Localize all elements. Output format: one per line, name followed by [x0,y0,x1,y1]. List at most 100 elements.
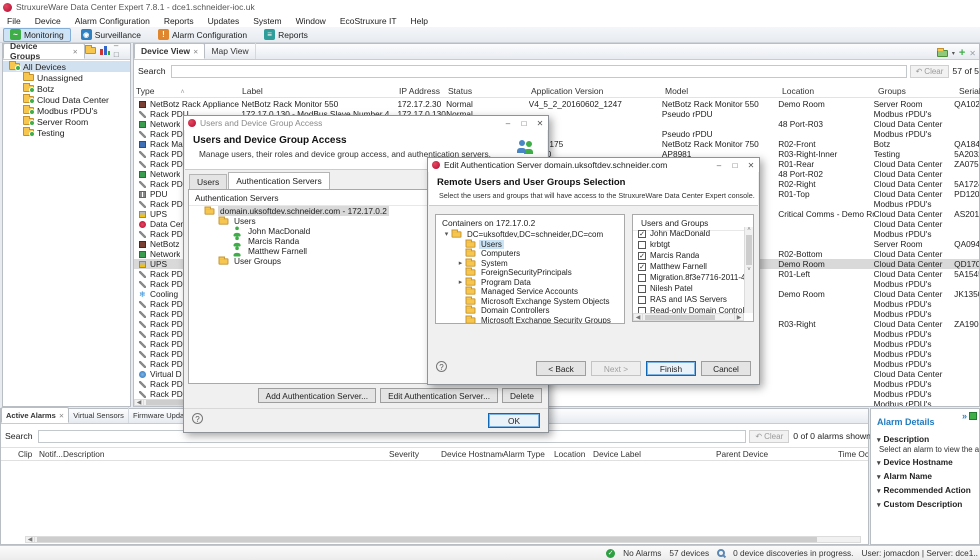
chart-icon[interactable] [100,45,110,55]
tree-item[interactable]: Computers [436,248,624,259]
menu-item[interactable]: Device [28,16,68,26]
menu-item[interactable]: System [246,16,288,26]
user-checkbox-item[interactable]: Nilesh Patel [633,283,744,294]
finish-button[interactable]: Finish [646,361,696,376]
edit-authentication-server-button[interactable]: Edit Authentication Server... [380,388,499,403]
column-header[interactable]: Location [782,86,878,96]
clear-button[interactable]: ↶ Clear [909,64,950,78]
add-authentication-server-button[interactable]: Add Authentication Server... [257,388,377,403]
close-tab-icon[interactable] [193,46,198,56]
delete-button[interactable]: Delete [502,388,542,403]
device-group-item[interactable]: Botz [3,83,130,94]
tab-device-groups[interactable]: Device Groups [3,41,85,61]
perspective-button[interactable]: Surveillance [74,28,148,42]
alarms-clear-button[interactable]: ↶ Clear [749,429,790,443]
column-header[interactable]: IP Address [399,86,448,96]
menu-item[interactable]: Reports [157,16,201,26]
tab-authentication-servers[interactable]: Authentication Servers [228,172,330,189]
device-group-item[interactable]: Unassigned [3,72,130,83]
checkbox[interactable] [638,284,646,293]
tab-map-view[interactable]: Map View [205,43,256,59]
column-header[interactable]: Alarm Type [503,449,554,459]
menu-item[interactable]: Updates [201,16,247,26]
tree-item[interactable]: Microsoft Exchange System Objects [436,296,624,307]
user-checkbox-item[interactable]: Migration.8f3e7716-2011-43e4- [633,272,744,283]
tree-item[interactable]: Domain Controllers [436,305,624,316]
checkbox[interactable] [638,273,646,282]
tab-users[interactable]: Users [189,174,228,189]
tree-item[interactable]: ForeignSecurityPrincipals [436,267,624,278]
device-search-input[interactable] [170,64,907,78]
maximize-icon[interactable]: □ [727,161,743,170]
user-checkbox-item[interactable]: krbtgt [633,239,744,250]
next-button[interactable]: Next > [591,361,641,376]
column-header[interactable]: Status [448,86,531,96]
device-group-item[interactable]: Cloud Data Center [3,94,130,105]
column-header[interactable]: Label [242,86,399,96]
close-tab-icon[interactable] [59,411,64,420]
user-checkbox-item[interactable]: RAS and IAS Servers [633,294,744,305]
tree-item[interactable]: Users [436,239,624,250]
column-header[interactable]: Model [665,86,782,96]
minimize-icon[interactable]: – [711,161,727,170]
menu-item[interactable]: EcoStruxure IT [333,16,404,26]
expand-icon[interactable] [442,230,451,239]
column-header[interactable]: Time Occurr [838,449,868,459]
dropdown-caret-icon[interactable]: ▾ [952,50,955,57]
checkbox[interactable] [638,240,646,249]
column-header[interactable]: Application Version [531,86,665,96]
dialog-title-bar[interactable]: Edit Authentication Server domain.uksoft… [428,158,759,172]
add-icon[interactable]: + [959,47,965,59]
alarms-hscrollbar[interactable]: ◀ [25,536,861,543]
user-checkbox-item[interactable]: Marcis Randa [633,250,744,261]
minimize-maximize-icons[interactable]: –□ [114,41,127,59]
checkbox[interactable] [638,229,646,238]
scroll-left-icon[interactable]: ◀ [26,536,35,543]
device-row[interactable]: NetBotz Rack Appliance NetBotz Rack Moni… [134,99,979,109]
column-header[interactable]: Device Hostname [441,449,503,459]
user-checkbox-item[interactable]: Read-only Domain Controllers [633,305,744,313]
tree-item[interactable]: Program Data [436,277,624,288]
section-header[interactable]: Alarm Name [871,468,979,482]
tab-virtual-sensors[interactable]: Virtual Sensors [69,407,129,423]
device-group-item[interactable]: All Devices [3,61,130,72]
column-header[interactable]: Serial N [959,86,980,96]
close-tab-icon[interactable] [73,46,78,56]
column-header[interactable]: Clip [18,449,39,459]
menu-item[interactable]: File [0,16,28,26]
remove-icon[interactable]: ✕ [969,49,976,58]
tab-active-alarms[interactable]: Active Alarms [1,407,70,423]
tree-item[interactable]: System [436,258,624,269]
section-header[interactable]: Custom Description [871,496,979,510]
cancel-button[interactable]: Cancel [701,361,751,376]
perspective-button[interactable]: Monitoring [3,27,71,42]
new-folder-icon[interactable] [85,44,96,54]
dialog-title-bar[interactable]: Users and Device Group Access – □ ✕ [184,116,548,130]
users-groups-hscrollbar[interactable]: ◀ ▶ [633,313,744,321]
device-group-item[interactable]: Modbus rPDU's [3,105,130,116]
close-icon[interactable]: ✕ [532,119,548,128]
users-groups-vscrollbar[interactable]: ˄ ˅ [744,227,753,313]
section-header[interactable]: Description [871,431,979,445]
scroll-left-icon[interactable]: ◀ [135,399,144,406]
column-header[interactable]: Type [134,86,242,96]
export-folder-icon[interactable] [936,47,948,57]
back-button[interactable]: < Back [536,361,586,376]
help-icon[interactable]: ? [436,361,447,372]
column-header[interactable]: Description [63,449,389,459]
close-icon[interactable]: ✕ [743,161,759,170]
menu-item[interactable]: Window [289,16,333,26]
tree-item[interactable]: Managed Service Accounts [436,286,624,297]
maximize-icon[interactable]: □ [516,119,532,128]
section-header[interactable]: Recommended Action [871,482,979,496]
column-header[interactable]: Location [554,449,593,459]
ok-button[interactable]: OK [488,413,540,428]
device-group-item[interactable]: Server Room [3,116,130,127]
tree-item[interactable]: DC=uksoftdev,DC=schneider,DC=com [436,229,624,240]
column-header[interactable]: Groups [878,86,959,96]
maximize-chevrons-icon[interactable]: » [962,411,967,421]
minimize-icon[interactable]: – [500,119,516,128]
checkbox[interactable] [638,295,646,304]
user-checkbox-item[interactable]: Matthew Farnell [633,261,744,272]
checkbox[interactable] [638,251,646,260]
